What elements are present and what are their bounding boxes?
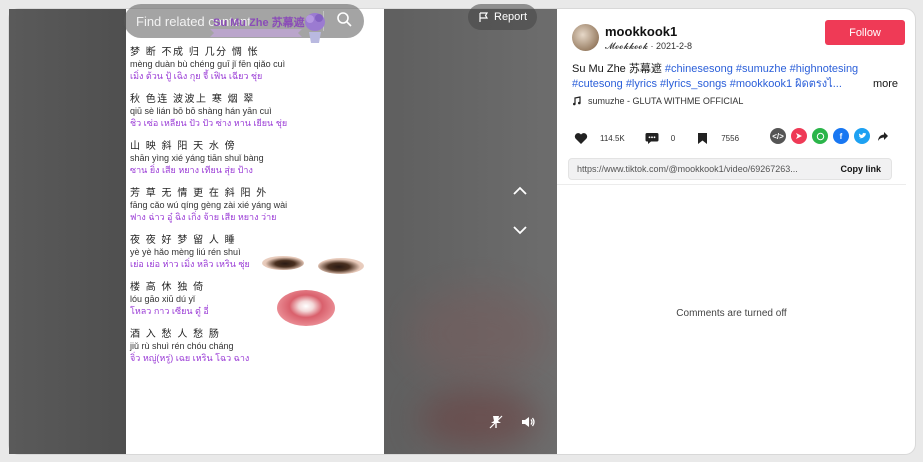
video-description: Su Mu Zhe 苏幕遮 #chinesesong #sumuzhe #hig… (572, 62, 902, 92)
lyrics-stanza: 山 映 斜 阳 天 水 傍 shān yìng xié yáng tiān sh… (130, 140, 370, 176)
save-count: 7556 (721, 133, 740, 143)
author-nickname: 𝓜𝓸𝓸𝓴𝓴𝓸𝓸𝓴 (605, 41, 649, 51)
next-video-button[interactable] (509, 219, 531, 241)
lyric-pinyin: fāng cǎo wú qíng gèng zài xié yáng wài (130, 200, 288, 210)
chevron-down-icon (513, 226, 527, 235)
comment-count: 0 (670, 133, 676, 143)
music-title: sumuzhe - GLUTA WITHME OFFICIAL (588, 96, 744, 106)
follow-button[interactable]: Follow (825, 20, 905, 45)
more-button[interactable]: more (872, 77, 898, 92)
pip-button[interactable] (486, 412, 506, 432)
music-link[interactable]: sumuzhe - GLUTA WITHME OFFICIAL (572, 96, 743, 106)
share-url[interactable]: https://www.tiktok.com/@mookkook1/video/… (569, 164, 830, 174)
pin-icon (489, 415, 503, 429)
like-button[interactable]: 114.5K (572, 129, 625, 147)
music-note-icon (573, 96, 581, 106)
search-icon[interactable] (336, 11, 352, 32)
lyric-pinyin: shān yìng xié yáng tiān shuǐ bàng (130, 153, 264, 163)
lyric-pinyin: qiū sè lián bō bō shàng hán yān cuì (130, 106, 272, 116)
eye-sticker (262, 256, 304, 270)
chevron-up-icon (513, 186, 527, 195)
lyric-thai: ซาน ยิ่ง เสีย หยาง เทียน สุ่ย ป้าง (130, 165, 253, 175)
lyric-chinese: 秋 色连 波波上 寒 烟 翠 (130, 94, 255, 105)
comment-icon (643, 129, 661, 147)
lyric-thai: จิ่ว หญู่(หรู่) เฉย เหริน โฉว ฉาง (130, 353, 250, 363)
facebook-icon[interactable]: f (833, 128, 849, 144)
volume-button[interactable] (518, 412, 538, 432)
lyrics-list: 梦 断 不成 归 几分 惆 怅 mèng duàn bù chéng guī j… (130, 46, 370, 375)
share-link-box: https://www.tiktok.com/@mookkook1/video/… (568, 158, 892, 180)
lyric-chinese: 夜 夜 好 梦 留 人 睡 (130, 235, 237, 246)
lyric-chinese: 楼 高 休 独 倚 (130, 282, 205, 293)
whatsapp-icon[interactable] (812, 128, 828, 144)
author-username[interactable]: mookkook1 (605, 24, 677, 39)
volume-icon (522, 417, 535, 427)
like-count: 114.5K (600, 133, 625, 143)
lavender-icon (305, 13, 325, 43)
lyric-pinyin: jiǔ rù shuì rén chóu cháng (130, 341, 234, 351)
send-icon[interactable] (791, 128, 807, 144)
post-date: · 2021-2-8 (650, 41, 693, 51)
ribbon-icon (210, 29, 302, 37)
flag-icon (479, 11, 489, 22)
lyric-chinese: 酒 入 愁 人 愁 肠 (130, 329, 221, 340)
lyric-chinese: 芳 草 无 情 更 在 斜 阳 外 (130, 188, 268, 199)
hashtag-links[interactable]: #chinesesong #sumuzhe #highnotesing (665, 63, 858, 75)
eye-sticker (318, 258, 364, 274)
embed-icon[interactable]: </> (770, 128, 786, 144)
lyrics-stanza: 酒 入 愁 人 愁 肠 jiǔ rù shuì rén chóu cháng จ… (130, 328, 370, 364)
video-blur (409, 289, 549, 379)
report-button[interactable]: Report (468, 4, 538, 30)
divider (557, 184, 906, 185)
lyrics-stanza: 梦 断 不成 归 几分 惆 怅 mèng duàn bù chéng guī j… (130, 46, 370, 82)
lyric-chinese: 山 映 斜 阳 天 水 傍 (130, 141, 237, 152)
lyric-thai: ฟาง ฉ่าว อู๋ ฉิง เกิ่ง จ้าย เสีย หยาง ว่… (130, 212, 277, 222)
lyric-thai: เมิ่ง ต้วน ปู้ เฉิง กุย จี้ เฟิน เฉียว ช… (130, 71, 263, 81)
share-buttons: </> f (770, 128, 891, 144)
author-meta: 𝓜𝓸𝓸𝓴𝓴𝓸𝓸𝓴 · 2021-2-8 (605, 41, 692, 52)
lyric-thai: ชิว เซ่อ เหลียน ปัว ปัว ซ่าง หาน เยียน ช… (130, 118, 288, 128)
lyric-pinyin: mèng duàn bù chéng guī jǐ fēn qiǎo cuì (130, 59, 286, 69)
lyrics-stanza: 芳 草 无 情 更 在 斜 阳 外 fāng cǎo wú qíng gèng … (130, 187, 370, 223)
avatar[interactable] (572, 24, 599, 51)
hashtag-links[interactable]: #cutesong #lyrics #lyrics_songs #mookkoo… (572, 78, 842, 90)
heart-icon (572, 129, 590, 147)
bookmark-icon (693, 129, 711, 147)
description-text: Su Mu Zhe 苏幕遮 (572, 63, 662, 75)
lyric-chinese: 梦 断 不成 归 几分 惆 怅 (130, 47, 260, 58)
comments-status: Comments are turned off (676, 308, 787, 319)
mouth-sticker (277, 290, 335, 326)
share-arrow-icon[interactable] (875, 128, 891, 144)
comment-button[interactable]: 0 (643, 129, 675, 147)
twitter-icon[interactable] (854, 128, 870, 144)
copy-link-button[interactable]: Copy link (830, 164, 891, 174)
report-label: Report (494, 11, 528, 23)
previous-video-button[interactable] (509, 180, 531, 202)
lyrics-stanza: 秋 色连 波波上 寒 烟 翠 qiū sè lián bō bō shàng h… (130, 93, 370, 129)
lyric-pinyin: yè yè hǎo mèng liú rén shuì (130, 247, 241, 257)
save-button[interactable]: 7556 (693, 129, 739, 147)
